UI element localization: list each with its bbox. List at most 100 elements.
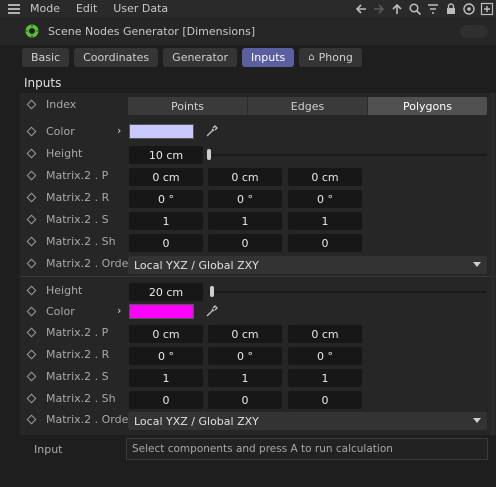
keyframe-diamond-icon[interactable] (26, 393, 37, 404)
matrix-sh-x-input[interactable]: 0 (129, 234, 203, 252)
height-slider[interactable] (208, 154, 487, 156)
matrix-order-label: Matrix.2 . Order (46, 413, 133, 426)
keyframe-diamond-icon[interactable] (26, 99, 37, 110)
matrix-r-b-input[interactable]: 0 ° (288, 347, 362, 365)
matrix-p-x-input[interactable]: 0 cm (129, 325, 203, 343)
chevron-right-icon[interactable]: › (117, 304, 121, 317)
title-toggle[interactable] (460, 25, 488, 38)
menu-user-data[interactable]: User Data (105, 2, 176, 15)
input-field[interactable]: Select components and press A to run cal… (126, 438, 488, 460)
lock-icon[interactable] (444, 2, 458, 16)
matrix-p-label: Matrix.2 . P (46, 326, 109, 339)
matrix-p-y-input[interactable]: 0 cm (208, 325, 282, 343)
keyframe-diamond-icon[interactable] (26, 306, 37, 317)
target-icon[interactable] (462, 2, 476, 16)
hamburger-menu-icon[interactable] (0, 0, 22, 17)
menu-bar: Mode Edit User Data (0, 0, 496, 17)
keyframe-diamond-icon[interactable] (26, 371, 37, 382)
menu-mode[interactable]: Mode (22, 2, 68, 15)
matrix-p-z-input[interactable]: 0 cm (288, 325, 362, 343)
matrix-sh-label: Matrix.2 . Sh (46, 235, 116, 248)
section-title: Inputs (24, 76, 62, 90)
matrix-r-p-input[interactable]: 0 ° (208, 347, 282, 365)
index-row: Index Points Edges Polygons (20, 94, 496, 116)
keyframe-diamond-icon[interactable] (26, 214, 37, 225)
matrix-sh-z-input[interactable]: 0 (288, 234, 362, 252)
keyframe-diamond-icon[interactable] (26, 285, 37, 296)
keyframe-diamond-icon[interactable] (26, 126, 37, 137)
eyedropper-icon[interactable] (205, 304, 219, 318)
menu-edit[interactable]: Edit (68, 2, 105, 15)
matrix-r-h-input[interactable]: 0 ° (129, 190, 203, 208)
index-label: Index (46, 98, 77, 111)
height-input[interactable]: 10 cm (129, 146, 203, 164)
matrix-order-dropdown[interactable]: Local YXZ / Global ZXY (128, 256, 487, 274)
matrix-sh-label: Matrix.2 . Sh (46, 392, 116, 405)
matrix-s-z-input[interactable]: 1 (288, 369, 362, 387)
matrix-s-x-input[interactable]: 1 (129, 369, 203, 387)
matrix-r-h-input[interactable]: 0 ° (129, 347, 203, 365)
inputs-panel: Index Points Edges Polygons Color › Heig… (20, 93, 496, 435)
matrix-p-x-input[interactable]: 0 cm (129, 168, 203, 186)
height-input[interactable]: 20 cm (129, 283, 203, 301)
matrix-p-y-input[interactable]: 0 cm (208, 168, 282, 186)
input-row: Input Select components and press A to r… (20, 438, 496, 460)
color-label: Color (46, 305, 75, 318)
matrix-s-label: Matrix.2 . S (46, 370, 109, 383)
matrix-s-y-input[interactable]: 1 (208, 212, 282, 230)
matrix-r-b-input[interactable]: 0 ° (288, 190, 362, 208)
arrow-right-icon[interactable] (372, 2, 386, 16)
index-option-edges[interactable]: Edges (248, 97, 368, 115)
keyframe-diamond-icon[interactable] (26, 414, 37, 425)
tab-basic[interactable]: Basic (22, 48, 70, 67)
matrix-sh-y-input[interactable]: 0 (208, 234, 282, 252)
index-option-points[interactable]: Points (128, 97, 248, 115)
matrix-s-y-input[interactable]: 1 (208, 369, 282, 387)
tab-phong[interactable]: ⌂ Phong (299, 48, 362, 67)
add-icon[interactable] (480, 2, 494, 16)
tab-inputs[interactable]: Inputs (242, 48, 295, 67)
matrix-sh-x-input[interactable]: 0 (129, 391, 203, 409)
filter-icon[interactable] (426, 2, 440, 16)
matrix-s-label: Matrix.2 . S (46, 213, 109, 226)
arrow-up-icon[interactable] (390, 2, 404, 16)
keyframe-diamond-icon[interactable] (26, 327, 37, 338)
matrix-r-label: Matrix.2 . R (46, 191, 110, 204)
height-slider-knob[interactable] (209, 286, 214, 297)
keyframe-diamond-icon[interactable] (26, 258, 37, 269)
matrix-p-label: Matrix.2 . P (46, 169, 109, 182)
attribute-tabs: Basic Coordinates Generator Inputs ⌂ Phon… (22, 48, 362, 67)
matrix-r-p-input[interactable]: 0 ° (208, 190, 282, 208)
eyedropper-icon[interactable] (205, 124, 219, 138)
height-slider[interactable] (208, 291, 487, 293)
tab-generator[interactable]: Generator (163, 48, 238, 67)
matrix-sh-row-1: Matrix.2 . Sh 0 0 0 (20, 231, 496, 253)
matrix-s-z-input[interactable]: 1 (288, 212, 362, 230)
matrix-sh-z-input[interactable]: 0 (288, 391, 362, 409)
tab-inputs-label: Inputs (251, 51, 286, 64)
color-swatch[interactable] (129, 304, 194, 319)
tab-coordinates[interactable]: Coordinates (74, 48, 159, 67)
input-label: Input (34, 443, 63, 456)
keyframe-diamond-icon[interactable] (26, 148, 37, 159)
chevron-right-icon[interactable]: › (117, 124, 121, 137)
keyframe-diamond-icon[interactable] (26, 192, 37, 203)
height-slider-knob[interactable] (207, 149, 211, 160)
panel-scrollbar[interactable] (491, 93, 495, 435)
search-icon[interactable] (408, 2, 422, 16)
arrow-left-icon[interactable] (354, 2, 368, 16)
keyframe-diamond-icon[interactable] (26, 170, 37, 181)
matrix-s-x-input[interactable]: 1 (129, 212, 203, 230)
color-row-1: Color › (20, 121, 496, 143)
height-row-2: Height 20 cm (20, 280, 496, 302)
matrix-p-row-1: Matrix.2 . P 0 cm 0 cm 0 cm (20, 165, 496, 187)
matrix-order-dropdown[interactable]: Local YXZ / Global ZXY (128, 412, 487, 430)
matrix-sh-y-input[interactable]: 0 (208, 391, 282, 409)
keyframe-diamond-icon[interactable] (26, 236, 37, 247)
tab-generator-label: Generator (172, 51, 229, 64)
matrix-p-z-input[interactable]: 0 cm (288, 168, 362, 186)
index-option-polygons[interactable]: Polygons (368, 97, 487, 115)
color-swatch[interactable] (129, 124, 194, 139)
keyframe-diamond-icon[interactable] (26, 349, 37, 360)
dropdown-arrow-icon (473, 418, 481, 423)
